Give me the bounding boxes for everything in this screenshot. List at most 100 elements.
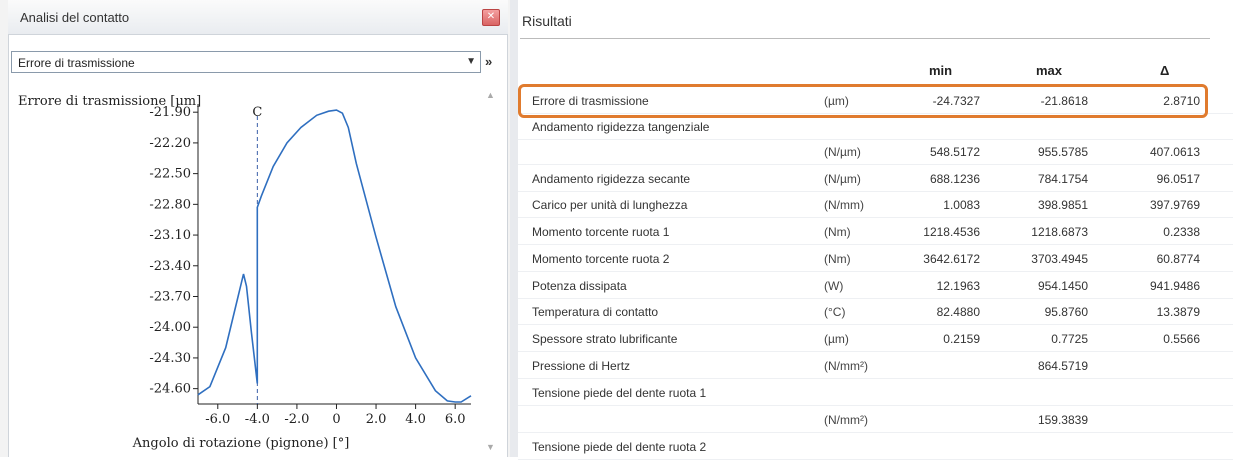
table-row: Momento torcente ruota 2 (Nm) 3642.6172 370… bbox=[518, 246, 1238, 272]
row-delta: 397.9769 bbox=[1149, 198, 1200, 212]
y-tick-label: -22.50 bbox=[149, 167, 191, 182]
chart-x-axis-label: Angolo di rotazione (pignone) [°] bbox=[132, 436, 350, 451]
table-row: Andamento rigidezza secante (N/µm) 688.123… bbox=[518, 166, 1238, 192]
row-label: Tensione piede del dente ruota 2 bbox=[532, 440, 707, 454]
row-min: 12.1963 bbox=[936, 279, 980, 293]
y-tick-label: -22.20 bbox=[149, 136, 191, 151]
table-row: Momento torcente ruota 1 (Nm) 1218.4536 121… bbox=[518, 219, 1238, 245]
x-tick-label: 0 bbox=[332, 412, 340, 427]
y-tick-label: -24.30 bbox=[149, 351, 191, 366]
panel-header: Analisi del contatto ✕ bbox=[8, 0, 508, 35]
row-delta: 407.0613 bbox=[1149, 145, 1200, 159]
row-max: 398.9851 bbox=[1037, 198, 1088, 212]
table-row: Tensione piede del dente ruota 1 bbox=[518, 380, 1238, 406]
results-title: Risultati bbox=[522, 13, 572, 29]
row-delta: 96.0517 bbox=[1156, 172, 1200, 186]
results-panel: Risultati min max Δ Errore di trasmissio… bbox=[518, 0, 1240, 460]
row-delta: 60.8774 bbox=[1156, 252, 1200, 266]
row-separator bbox=[518, 405, 1233, 406]
y-tick-label: -21.90 bbox=[149, 105, 191, 120]
row-min: 1218.4536 bbox=[923, 225, 980, 239]
row-unit: (Nm) bbox=[824, 225, 851, 239]
row-max: 159.3839 bbox=[1037, 413, 1088, 427]
chart-scrollbar[interactable]: ▲ ▼ bbox=[483, 90, 497, 452]
row-unit: (µm) bbox=[824, 332, 849, 346]
row-unit: (N/mm) bbox=[824, 198, 864, 212]
row-delta: 0.5566 bbox=[1163, 332, 1200, 346]
row-separator bbox=[518, 378, 1233, 379]
results-divider bbox=[520, 38, 1210, 39]
row-label: Potenza dissipata bbox=[532, 279, 627, 293]
row-separator bbox=[518, 351, 1233, 352]
close-icon[interactable]: ✕ bbox=[482, 9, 500, 26]
row-unit: (N/mm²) bbox=[824, 359, 868, 373]
row-label: Momento torcente ruota 2 bbox=[532, 252, 670, 266]
y-tick-label: -23.40 bbox=[149, 259, 191, 274]
row-max: 955.5785 bbox=[1037, 145, 1088, 159]
result-type-dropdown[interactable]: Errore di trasmissione ▼ bbox=[11, 51, 481, 73]
table-row: Potenza dissipata (W) 12.1963 954.1450 941.9… bbox=[518, 273, 1238, 299]
row-min: 548.5172 bbox=[929, 145, 980, 159]
row-delta: 941.9486 bbox=[1149, 279, 1200, 293]
row-min: 0.2159 bbox=[943, 332, 980, 346]
row-max: 864.5719 bbox=[1037, 359, 1088, 373]
y-tick-label: -22.80 bbox=[149, 197, 191, 212]
table-row: (N/mm²) 159.3839 bbox=[518, 407, 1238, 433]
panel-splitter[interactable] bbox=[510, 0, 518, 457]
y-tick-label: -23.10 bbox=[149, 228, 191, 243]
chevron-down-icon: ▼ bbox=[466, 56, 476, 67]
row-min: 82.4880 bbox=[936, 305, 980, 319]
row-label: Momento torcente ruota 1 bbox=[532, 225, 670, 239]
row-label: Pressione di Hertz bbox=[532, 359, 631, 373]
table-row: Temperatura di contatto (°C) 82.4880 95.876… bbox=[518, 299, 1238, 325]
table-row: (N/µm) 548.5172 955.5785 407.0613 bbox=[518, 139, 1238, 165]
row-separator bbox=[518, 324, 1233, 325]
row-max: 954.1450 bbox=[1037, 279, 1088, 293]
row-separator bbox=[518, 244, 1233, 245]
row-max: 784.1754 bbox=[1037, 172, 1088, 186]
row-unit: (W) bbox=[824, 279, 844, 293]
row-max: 3703.4945 bbox=[1031, 252, 1088, 266]
highlight-box bbox=[518, 84, 1208, 118]
row-min: 688.1236 bbox=[929, 172, 980, 186]
row-label: Tensione piede del dente ruota 1 bbox=[532, 386, 707, 400]
table-row: Carico per unità di lunghezza (N/mm) 1.008… bbox=[518, 192, 1238, 218]
column-header-delta: Δ bbox=[1160, 63, 1170, 78]
row-label: Andamento rigidezza secante bbox=[532, 172, 691, 186]
row-delta: 0.2338 bbox=[1163, 225, 1200, 239]
panel-title: Analisi del contatto bbox=[20, 10, 130, 25]
row-min: 1.0083 bbox=[943, 198, 980, 212]
scroll-up-icon[interactable]: ▲ bbox=[486, 90, 495, 100]
row-unit: (°C) bbox=[824, 305, 846, 319]
expand-panel-icon[interactable]: » bbox=[485, 54, 492, 69]
row-separator bbox=[518, 164, 1233, 165]
transmission-error-chart: Errore di trasmissione [µm] Angolo di ro… bbox=[18, 94, 472, 451]
row-label: Spessore strato lubrificante bbox=[532, 332, 678, 346]
table-row: Spessore strato lubrificante (µm) 0.2159 0.… bbox=[518, 326, 1238, 352]
y-tick-label: -23.70 bbox=[149, 289, 191, 304]
row-min: 3642.6172 bbox=[923, 252, 980, 266]
x-tick-label: -2.0 bbox=[284, 412, 309, 427]
chart-series-line bbox=[197, 109, 472, 403]
x-tick-label: 6.0 bbox=[445, 412, 466, 427]
row-max: 95.8760 bbox=[1044, 305, 1088, 319]
y-tick-label: -24.00 bbox=[149, 320, 191, 335]
row-unit: (N/mm²) bbox=[824, 413, 868, 427]
contact-analysis-panel: Analisi del contatto ✕ Errore di trasmis… bbox=[0, 0, 510, 457]
row-separator bbox=[518, 217, 1233, 218]
row-label: Andamento rigidezza tangenziale bbox=[532, 120, 710, 134]
row-label: Temperatura di contatto bbox=[532, 305, 659, 319]
table-row: Tensione piede del dente ruota 2 bbox=[518, 434, 1238, 460]
x-tick-label: -6.0 bbox=[205, 412, 230, 427]
row-max: 0.7725 bbox=[1051, 332, 1088, 346]
column-header-max: max bbox=[1036, 63, 1063, 78]
row-delta: 13.3879 bbox=[1156, 305, 1200, 319]
column-header-min: min bbox=[929, 63, 953, 78]
row-unit: (Nm) bbox=[824, 252, 851, 266]
row-unit: (N/µm) bbox=[824, 145, 861, 159]
x-tick-label: -4.0 bbox=[245, 412, 270, 427]
y-tick-label: -24.60 bbox=[149, 382, 191, 397]
x-tick-label: 2.0 bbox=[366, 412, 387, 427]
scroll-down-icon[interactable]: ▼ bbox=[486, 442, 495, 452]
row-unit: (N/µm) bbox=[824, 172, 861, 186]
